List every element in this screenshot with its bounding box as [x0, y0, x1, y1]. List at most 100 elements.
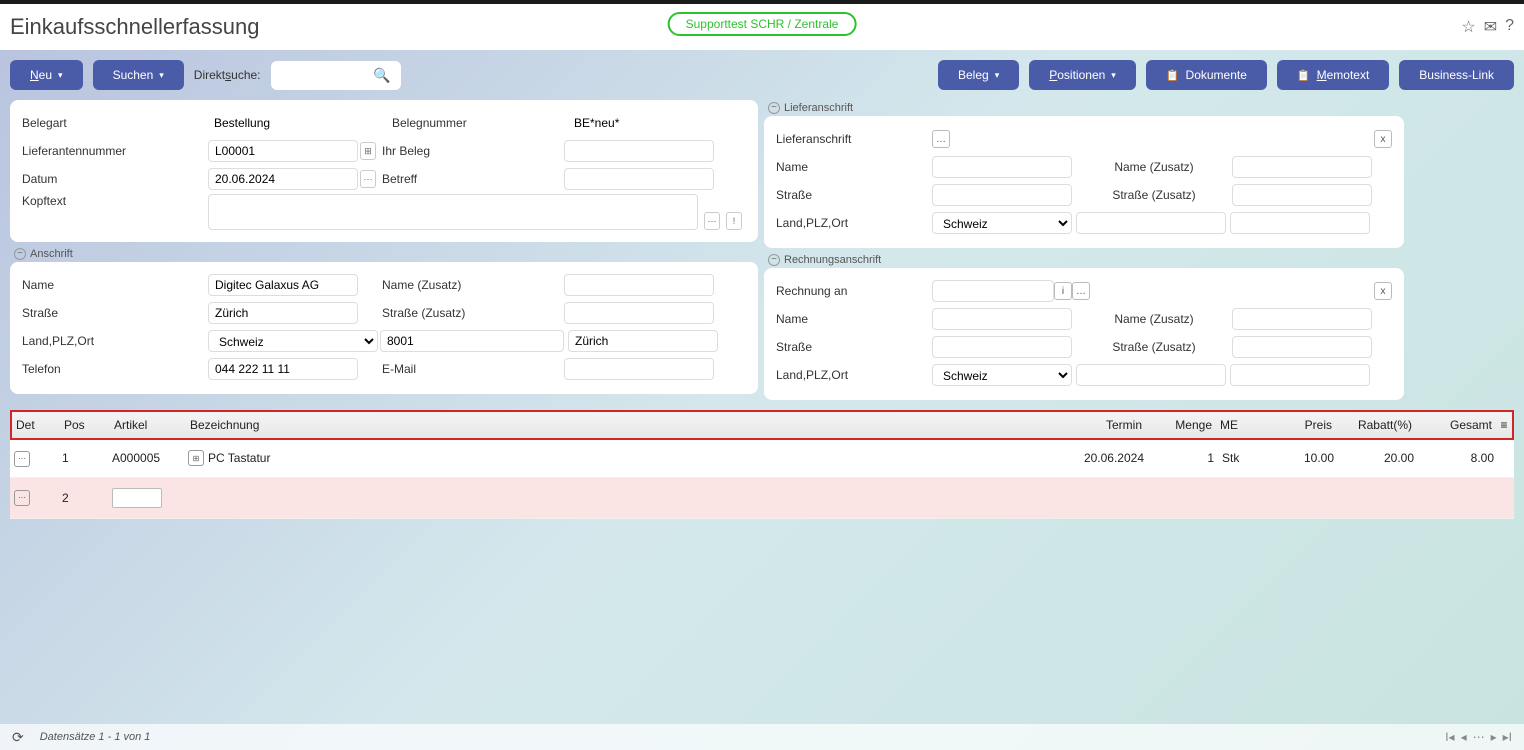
col-menu-icon[interactable]: ≡ [1496, 412, 1512, 438]
neu-button[interactable]: Neu▾ [10, 60, 83, 90]
col-pos[interactable]: Pos [60, 412, 110, 438]
next-page-icon[interactable]: ▸ [1491, 730, 1497, 744]
lookup-icon[interactable]: ⊞ [360, 142, 376, 160]
liefer-name-input[interactable] [932, 156, 1072, 178]
betreff-input[interactable] [564, 168, 714, 190]
email-input[interactable] [564, 358, 714, 380]
clipboard-icon [1166, 68, 1180, 82]
liefer-plz-input[interactable] [1076, 212, 1226, 234]
strasse-input[interactable] [208, 302, 358, 324]
rechnung-land-select[interactable]: Schweiz [932, 364, 1072, 386]
name-input[interactable] [208, 274, 358, 296]
row-detail-icon[interactable]: ⋯ [14, 451, 30, 467]
help-icon[interactable]: ? [1505, 17, 1514, 37]
liefer-strasse-zusatz-input[interactable] [1232, 184, 1372, 206]
record-count: Datensätze 1 - 1 von 1 [40, 731, 151, 743]
star-icon[interactable]: ☆ [1461, 17, 1475, 37]
pager: I◂ ◂ ⋯ ▸ ▸I [1445, 730, 1512, 744]
rechnung-plz-input[interactable] [1076, 364, 1226, 386]
collapse-icon[interactable]: − [768, 254, 780, 266]
name-zusatz-label: Name (Zusatz) [1072, 312, 1232, 326]
clear-icon[interactable]: x [1374, 130, 1392, 148]
clear-icon[interactable]: x [1374, 282, 1392, 300]
col-artikel[interactable]: Artikel [110, 412, 186, 438]
collapse-icon[interactable]: − [14, 248, 26, 260]
col-preis[interactable]: Preis [1256, 412, 1336, 438]
rechnungsanschrift-section-label[interactable]: − Rechnungsanschrift [764, 252, 1404, 268]
lieferantennummer-label: Lieferantennummer [22, 144, 208, 158]
col-det[interactable]: Det [12, 412, 60, 438]
row-detail-icon[interactable]: ⋯ [14, 490, 30, 506]
rechnung-strasse-zusatz-input[interactable] [1232, 336, 1372, 358]
rechnung-name-input[interactable] [932, 308, 1072, 330]
info-icon[interactable]: i [1054, 282, 1072, 300]
datum-input[interactable] [208, 168, 358, 190]
lieferantennummer-input[interactable] [208, 140, 358, 162]
liefer-ort-input[interactable] [1230, 212, 1370, 234]
rechnung-ort-input[interactable] [1230, 364, 1370, 386]
mail-icon[interactable]: ✉ [1484, 17, 1497, 37]
col-bezeichnung[interactable]: Bezeichnung [186, 412, 1046, 438]
rechnung-strasse-input[interactable] [932, 336, 1072, 358]
ort-input[interactable] [568, 330, 718, 352]
grid-row[interactable]: ⋯ 1 A000005 ⊞PC Tastatur 20.06.2024 1 St… [10, 440, 1514, 478]
email-label: E-Mail [378, 362, 564, 376]
rechnung-name-zusatz-input[interactable] [1232, 308, 1372, 330]
liefer-strasse-input[interactable] [932, 184, 1072, 206]
lookup-icon[interactable]: … [932, 130, 950, 148]
search-input[interactable] [281, 68, 374, 82]
belegart-value: Bestellung [208, 116, 358, 130]
beleg-button[interactable]: Beleg▾ [938, 60, 1019, 90]
lookup-icon[interactable]: … [1072, 282, 1090, 300]
suchen-button[interactable]: Suchen▾ [93, 60, 184, 90]
cell-pos: 1 [58, 441, 108, 475]
refresh-icon[interactable]: ⟳ [12, 729, 24, 746]
name-zusatz-input[interactable] [564, 274, 714, 296]
kopftext-textarea[interactable] [208, 194, 698, 230]
memotext-button[interactable]: Memotext [1277, 60, 1389, 90]
ihr-beleg-input[interactable] [564, 140, 714, 162]
search-icon[interactable]: 🔍 [373, 67, 390, 84]
land-select[interactable]: Schweiz [208, 330, 378, 352]
liefer-land-select[interactable]: Schweiz [932, 212, 1072, 234]
first-page-icon[interactable]: I◂ [1445, 730, 1454, 744]
col-rabatt[interactable]: Rabatt(%) [1336, 412, 1416, 438]
dokumente-button[interactable]: Dokumente [1146, 60, 1267, 90]
name-zusatz-label: Name (Zusatz) [378, 278, 564, 292]
positionen-button[interactable]: Positionen▾ [1029, 60, 1136, 90]
lieferanschrift-section-label[interactable]: − Lieferanschrift [764, 100, 1404, 116]
calendar-icon[interactable]: ⋯ [360, 170, 376, 188]
last-page-icon[interactable]: ▸I [1503, 730, 1512, 744]
info-icon[interactable]: ! [726, 212, 742, 230]
strasse-label: Straße [22, 306, 208, 320]
page-menu-icon[interactable]: ⋯ [1473, 730, 1485, 744]
ihr-beleg-label: Ihr Beleg [378, 144, 564, 158]
telefon-input[interactable] [208, 358, 358, 380]
artikel-input[interactable] [112, 488, 162, 508]
strasse-zusatz-label: Straße (Zusatz) [1072, 340, 1232, 354]
row-lookup-icon[interactable]: ⊞ [188, 450, 204, 466]
col-gesamt[interactable]: Gesamt [1416, 412, 1496, 438]
strasse-zusatz-input[interactable] [564, 302, 714, 324]
collapse-icon[interactable]: − [768, 102, 780, 114]
strasse-label: Straße [776, 188, 932, 202]
business-link-button[interactable]: Business-Link [1399, 60, 1514, 90]
strasse-label: Straße [776, 340, 932, 354]
plz-input[interactable] [380, 330, 564, 352]
grid-row-editing[interactable]: ⋯ 2 [10, 478, 1514, 519]
col-menge[interactable]: Menge [1146, 412, 1216, 438]
prev-page-icon[interactable]: ◂ [1461, 730, 1467, 744]
liefer-name-zusatz-input[interactable] [1232, 156, 1372, 178]
anschrift-section-label[interactable]: − Anschrift [10, 246, 758, 262]
strasse-zusatz-label: Straße (Zusatz) [378, 306, 564, 320]
search-box[interactable]: 🔍 [271, 61, 401, 90]
anschrift-panel: Name Name (Zusatz) Straße Straße (Zusatz… [10, 262, 758, 394]
kopftext-label: Kopftext [22, 194, 208, 208]
land-label: Land,PLZ,Ort [776, 368, 932, 382]
expand-text-icon[interactable]: ⋯ [704, 212, 720, 230]
lieferanschrift-panel: Lieferanschrift … x Name Name (Zusatz) S… [764, 116, 1404, 248]
col-termin[interactable]: Termin [1046, 412, 1146, 438]
support-badge: Supporttest SCHR / Zentrale [668, 12, 857, 36]
rechnung-an-input[interactable] [932, 280, 1054, 302]
col-me[interactable]: ME [1216, 412, 1256, 438]
